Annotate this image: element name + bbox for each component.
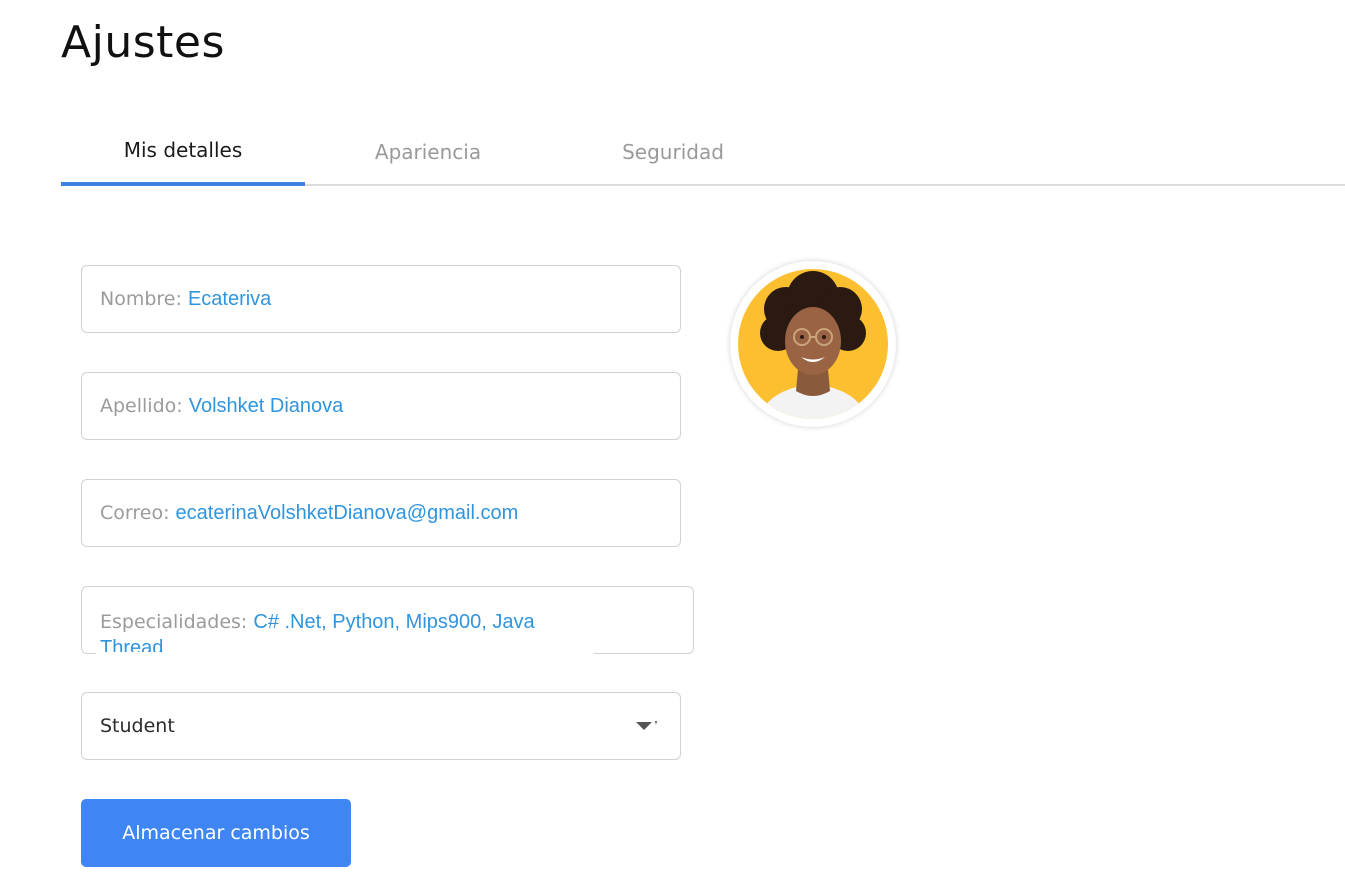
name-field[interactable]: Nombre: Ecateriva <box>81 265 681 333</box>
page-title: Ajustes <box>61 17 225 68</box>
email-label: Correo: <box>100 502 176 524</box>
name-label: Nombre: <box>100 288 188 310</box>
tab-label: Apariencia <box>374 140 482 164</box>
avatar[interactable] <box>730 261 896 427</box>
email-field[interactable]: Correo: ecaterinaVolshketDianova@gmail.c… <box>81 479 681 547</box>
user-avatar-photo-icon <box>738 269 888 419</box>
specialties-field[interactable]: Especialidades: C# .Net, Python, Mips900… <box>81 586 694 659</box>
active-tab-indicator <box>61 182 305 186</box>
surname-field[interactable]: Apellido: Volshket Dianova <box>81 372 681 440</box>
tab-appearance[interactable]: Apariencia <box>306 120 550 184</box>
tab-label: Seguridad <box>622 140 724 164</box>
specialties-label: Especialidades: <box>100 611 254 633</box>
surname-label: Apellido: <box>100 395 189 417</box>
settings-page: Ajustes Mis detalles Apariencia Segurida… <box>0 0 1345 888</box>
tab-my-details[interactable]: Mis detalles <box>61 120 305 186</box>
name-value: Ecateriva <box>187 287 272 310</box>
tab-security[interactable]: Seguridad <box>551 120 795 184</box>
save-changes-button[interactable]: Almacenar cambios <box>81 799 351 867</box>
chevron-down-icon <box>636 720 662 732</box>
email-value: ecaterinaVolshketDianova@gmail.com <box>175 501 519 524</box>
role-select[interactable]: Student <box>81 692 681 760</box>
surname-value: Volshket Dianova <box>188 394 344 417</box>
role-selected-value: Student <box>100 715 175 737</box>
field-border-gap <box>96 652 594 655</box>
tab-label: Mis detalles <box>123 138 243 162</box>
tab-bar: Mis detalles Apariencia Seguridad <box>61 120 1345 186</box>
